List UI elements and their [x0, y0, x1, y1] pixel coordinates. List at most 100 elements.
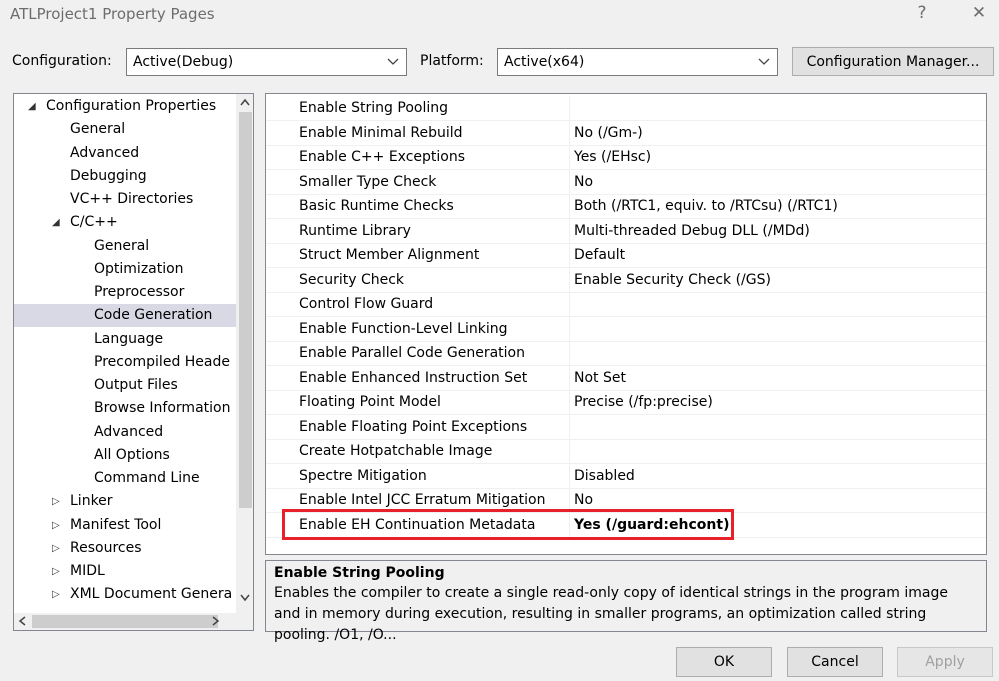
tree-horizontal-scrollbar[interactable]: [14, 613, 253, 630]
property-value[interactable]: Multi-threaded Debug DLL (/MDd): [570, 219, 986, 244]
property-row[interactable]: Security Check Enable Security Check (/GS…: [266, 267, 986, 293]
tree-item-label: Linker: [70, 493, 113, 510]
property-value[interactable]: [570, 96, 986, 121]
property-row[interactable]: Basic Runtime Checks Both (/RTC1, equiv. …: [266, 194, 986, 219]
apply-button[interactable]: Apply: [897, 647, 993, 677]
property-row[interactable]: Enable Minimal Rebuild No (/Gm-): [266, 120, 986, 146]
description-title: Enable String Pooling: [274, 565, 445, 581]
tree-item[interactable]: ▷ XML Document Genera: [14, 583, 236, 606]
tree-item[interactable]: Preprocessor: [14, 281, 236, 304]
property-row[interactable]: Smaller Type Check No: [266, 169, 986, 195]
tree-item-label: Debugging: [70, 167, 147, 184]
property-value[interactable]: No (/Gm-): [570, 121, 986, 146]
property-row[interactable]: Enable Function-Level Linking: [266, 316, 986, 342]
property-value[interactable]: Default: [570, 243, 986, 268]
scroll-left-icon[interactable]: [18, 616, 26, 626]
property-row[interactable]: Enable Parallel Code Generation: [266, 341, 986, 366]
tree-scroll-thumb[interactable]: [239, 112, 252, 508]
property-value[interactable]: [570, 292, 986, 317]
tree-item-label: C/C++: [70, 214, 118, 231]
tree-item[interactable]: General: [14, 235, 236, 258]
property-name: Floating Point Model: [266, 390, 570, 415]
property-row[interactable]: Enable Floating Point Exceptions: [266, 414, 986, 440]
tree-item-label: Advanced: [70, 144, 140, 161]
property-row[interactable]: Floating Point Model Precise (/fp:precise…: [266, 390, 986, 415]
tree-item[interactable]: ▷ Manifest Tool: [14, 514, 236, 537]
expand-arrow-icon[interactable]: ▷: [52, 520, 62, 531]
property-name: Basic Runtime Checks: [266, 194, 570, 219]
help-button[interactable]: ?: [905, 0, 939, 26]
property-value[interactable]: No: [570, 170, 986, 195]
collapse-arrow-icon[interactable]: ◢: [52, 218, 62, 228]
tree-item[interactable]: Advanced: [14, 421, 236, 444]
tree-item[interactable]: ◢ Configuration Properties: [14, 95, 236, 118]
tree-item[interactable]: Language: [14, 328, 236, 351]
tree-item[interactable]: ◢ C/C++: [14, 211, 236, 234]
property-name: Enable Enhanced Instruction Set: [266, 365, 570, 391]
tree-item[interactable]: ▷ Resources: [14, 537, 236, 560]
tree-item-label: Precompiled Heade: [94, 353, 230, 370]
property-row[interactable]: Struct Member Alignment Default: [266, 243, 986, 268]
tree-item[interactable]: ▷ Linker: [14, 490, 236, 513]
tree-item[interactable]: All Options: [14, 444, 236, 467]
tree-item[interactable]: General: [14, 118, 236, 141]
scroll-right-icon[interactable]: [212, 616, 220, 626]
platform-value: Active(x64): [504, 54, 585, 70]
close-button[interactable]: ✕: [962, 0, 996, 26]
tree-hscroll-thumb[interactable]: [32, 615, 218, 628]
scroll-down-icon[interactable]: [240, 594, 250, 602]
property-value[interactable]: Precise (/fp:precise): [570, 390, 986, 415]
configuration-select[interactable]: Active(Debug): [126, 48, 407, 76]
tree-item[interactable]: Code Generation: [14, 304, 236, 328]
property-row[interactable]: Enable Enhanced Instruction Set Not Set: [266, 365, 986, 391]
tree-item[interactable]: Debugging: [14, 165, 236, 188]
property-name: Enable String Pooling: [266, 96, 570, 121]
property-row[interactable]: Create Hotpatchable Image: [266, 439, 986, 464]
configuration-value: Active(Debug): [133, 54, 234, 70]
expand-arrow-icon[interactable]: ▷: [52, 497, 62, 507]
expand-arrow-icon[interactable]: ▷: [52, 543, 62, 554]
property-value[interactable]: [570, 317, 986, 342]
tree-item[interactable]: Command Line: [14, 467, 236, 490]
property-row[interactable]: Enable C++ Exceptions Yes (/EHsc): [266, 145, 986, 170]
property-row[interactable]: Spectre Mitigation Disabled: [266, 463, 986, 489]
property-value[interactable]: Both (/RTC1, equiv. to /RTCsu) (/RTC1): [570, 194, 986, 219]
ok-button[interactable]: OK: [676, 647, 772, 677]
property-row[interactable]: Control Flow Guard: [266, 292, 986, 317]
cancel-button[interactable]: Cancel: [787, 647, 883, 677]
property-row[interactable]: Enable String Pooling: [266, 96, 986, 121]
property-value[interactable]: Yes (/EHsc): [570, 145, 986, 170]
property-value[interactable]: [570, 439, 986, 464]
property-name: Enable Minimal Rebuild: [266, 120, 570, 146]
property-tree[interactable]: ◢ Configuration Properties General Advanced…: [13, 93, 254, 631]
tree-item[interactable]: Browse Information: [14, 397, 236, 420]
property-row[interactable]: Runtime Library Multi-threaded Debug DLL …: [266, 218, 986, 244]
property-name: Create Hotpatchable Image: [266, 439, 570, 464]
property-value[interactable]: [570, 415, 986, 440]
tree-item-label: Language: [94, 330, 164, 347]
property-value[interactable]: Enable Security Check (/GS): [570, 268, 986, 293]
collapse-arrow-icon[interactable]: ◢: [28, 102, 38, 112]
tree-item-label: Code Generation: [94, 307, 213, 324]
tree-item[interactable]: Optimization: [14, 258, 236, 281]
tree-item[interactable]: Precompiled Heade: [14, 351, 236, 374]
expand-arrow-icon[interactable]: ▷: [52, 590, 62, 600]
platform-select[interactable]: Active(x64): [497, 48, 778, 76]
tree-item-label: Configuration Properties: [46, 98, 217, 114]
tree-item[interactable]: VC++ Directories: [14, 188, 236, 211]
scroll-up-icon[interactable]: [240, 98, 250, 106]
tree-item[interactable]: Advanced: [14, 142, 236, 165]
configuration-manager-button[interactable]: Configuration Manager...: [792, 47, 994, 76]
property-grid[interactable]: Enable String Pooling Enable Minimal Rebu…: [265, 93, 987, 555]
property-name: Enable Floating Point Exceptions: [266, 414, 570, 440]
property-name: Security Check: [266, 267, 570, 293]
property-name: Enable Parallel Code Generation: [266, 341, 570, 366]
tree-item[interactable]: Output Files: [14, 374, 236, 397]
tree-item[interactable]: ▷ MIDL: [14, 560, 236, 583]
property-value[interactable]: Disabled: [570, 464, 986, 489]
tree-item-label: Resources: [70, 539, 142, 556]
expand-arrow-icon[interactable]: ▷: [52, 567, 62, 577]
tree-vertical-scrollbar[interactable]: [236, 94, 253, 613]
property-value[interactable]: Not Set: [570, 366, 986, 391]
property-value[interactable]: [570, 341, 986, 366]
